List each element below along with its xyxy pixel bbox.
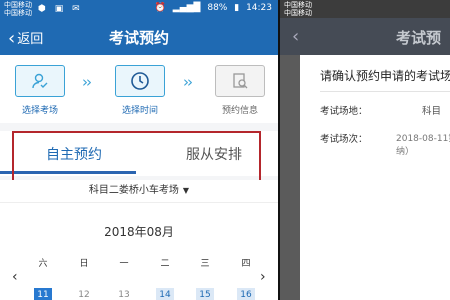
venue-label: 科目二娄桥小车考场 xyxy=(88,185,179,196)
step-label: 预约信息 xyxy=(221,106,258,116)
calendar: 2018年08月 六 日 一 二 三 四 ‹ › 11 12 13 14 15 … xyxy=(0,202,278,300)
right-screen: 中国移动 中国移动 ‹ 考试预 请确认预约申请的考试场 考试场地： 科目 考试场… xyxy=(278,0,450,300)
document-search-icon xyxy=(215,65,265,97)
step-label: 选择考场 xyxy=(21,106,58,116)
chevron-double-right-icon: ›› xyxy=(82,73,92,91)
carrier-label: 中国移动 xyxy=(4,9,32,17)
calendar-day[interactable]: 11 xyxy=(34,288,52,300)
next-week-button[interactable]: › xyxy=(260,269,266,285)
step-booking-info[interactable]: 预约信息 xyxy=(210,65,270,116)
calendar-day[interactable]: 16 xyxy=(237,288,255,300)
back-button[interactable]: ‹ xyxy=(292,26,299,47)
carrier-label: 中国移动 xyxy=(4,1,32,9)
status-right: ⏰ ▂▄▆█ 88% ▮ 14:23 xyxy=(151,3,272,13)
nav-bar: ‹ 返回 考试预约 xyxy=(0,18,278,55)
left-screen: 中国移动 中国移动 ⬢ ▣ ✉ ⏰ ▂▄▆█ 88% ▮ 14:23 ‹ 返回 考… xyxy=(0,0,278,300)
battery-percent: 88% xyxy=(207,3,228,13)
calendar-month: 2018年08月 xyxy=(104,225,174,239)
status-bar: 中国移动 中国移动 ⬢ ▣ ✉ ⏰ ▂▄▆█ 88% ▮ 14:23 xyxy=(0,0,278,18)
prev-week-button[interactable]: ‹ xyxy=(12,269,18,285)
modal-overlay xyxy=(280,55,300,300)
venue-field-value: 科目 xyxy=(422,106,442,117)
status-bar: 中国移动 中国移动 xyxy=(280,0,450,18)
dialog-title: 请确认预约申请的考试场 xyxy=(320,69,450,83)
step-select-venue[interactable]: 选择考场 xyxy=(10,65,70,116)
caret-down-icon: ▼ xyxy=(182,186,190,195)
venue-field-label: 考试场地： xyxy=(320,106,368,117)
session-field-label: 考试场次： xyxy=(320,134,368,145)
session-field-value-cont: 纳） xyxy=(396,147,415,157)
carrier-label: 中国移动 xyxy=(284,1,312,9)
notification-icons: ⬢ ▣ ✉ xyxy=(38,4,83,14)
step-select-time[interactable]: 选择时间 xyxy=(110,65,170,116)
weekday-label: 日 xyxy=(79,259,89,269)
venue-selector[interactable]: 科目二娄桥小车考场 ▼ xyxy=(0,180,278,202)
weekday-label: 一 xyxy=(119,259,129,269)
page-title: 考试预约 xyxy=(108,29,169,47)
nav-bar: ‹ 考试预 xyxy=(280,18,450,55)
chevron-left-icon: ‹ xyxy=(292,26,300,47)
session-field-value: 2018-08-11第一 xyxy=(396,134,450,144)
weekday-label: 二 xyxy=(160,259,170,269)
highlight-box xyxy=(12,131,261,182)
calendar-day[interactable]: 14 xyxy=(156,288,174,300)
step-indicator: 选择考场 ›› 选择时间 ›› 预约信息 xyxy=(0,55,278,123)
clock-icon xyxy=(115,65,165,97)
weekday-label: 三 xyxy=(200,259,210,269)
divider xyxy=(320,91,450,92)
signal-icon: ▂▄▆█ xyxy=(172,3,201,13)
page-title: 考试预 xyxy=(396,29,442,47)
chevron-double-right-icon: ›› xyxy=(183,73,193,91)
clock-time: 14:23 xyxy=(246,3,272,13)
calendar-day[interactable]: 15 xyxy=(196,288,214,300)
weekday-label: 六 xyxy=(38,259,48,269)
calendar-day: 13 xyxy=(118,290,130,300)
battery-icon: ▮ xyxy=(234,3,240,13)
calendar-day: 12 xyxy=(78,290,90,300)
weekday-label: 四 xyxy=(241,259,251,269)
step-label: 选择时间 xyxy=(121,106,158,116)
carrier-label: 中国移动 xyxy=(284,9,312,17)
alarm-icon: ⏰ xyxy=(154,3,166,13)
confirm-dialog: 请确认预约申请的考试场 考试场地： 科目 考试场次： 2018-08-11第一 … xyxy=(300,55,450,300)
person-check-icon xyxy=(15,65,65,97)
